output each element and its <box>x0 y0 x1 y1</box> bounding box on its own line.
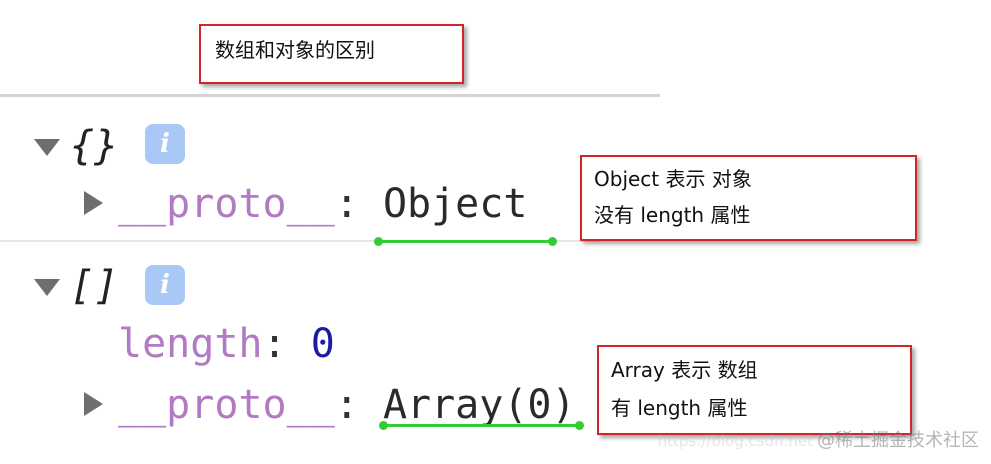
length-value: 0 <box>310 321 335 367</box>
collapse-triangle-icon[interactable] <box>34 139 60 156</box>
object-proto-row[interactable]: __proto__: Object <box>118 180 527 228</box>
info-icon[interactable]: i <box>145 124 185 164</box>
annotation-object-line-1: Object 表示 对象 <box>594 167 752 191</box>
expand-triangle-icon[interactable] <box>84 392 103 416</box>
array-proto-row[interactable]: __proto__: Array(0) <box>118 381 576 429</box>
info-icon[interactable]: i <box>145 265 185 305</box>
length-key: length <box>118 321 263 367</box>
separator-top <box>0 94 660 97</box>
annotation-object-box: Object 表示 对象 没有 length 属性 <box>580 155 917 241</box>
annotation-title-box: 数组和对象的区别 <box>199 24 464 84</box>
proto-key: __proto__ <box>118 382 335 428</box>
colon: : <box>262 321 287 367</box>
annotation-title: 数组和对象的区别 <box>215 38 375 62</box>
colon: : <box>334 181 359 227</box>
proto-key: __proto__ <box>118 181 335 227</box>
watermark-faint-text: https://blog.csdn.net <box>657 432 813 450</box>
proto-value-object: Object <box>382 181 528 227</box>
expand-triangle-icon[interactable] <box>84 191 103 215</box>
array-length-row: length: 0 <box>118 320 335 368</box>
highlight-underline-array <box>379 421 584 430</box>
colon: : <box>334 382 359 428</box>
proto-value-array: Array(0) <box>382 382 576 428</box>
collapse-triangle-icon[interactable] <box>34 279 60 296</box>
annotation-array-line-1: Array 表示 数组 <box>611 358 758 382</box>
annotation-object-line-2: 没有 length 属性 <box>594 203 751 227</box>
annotation-array-line-2: 有 length 属性 <box>611 396 748 420</box>
annotation-array-box: Array 表示 数组 有 length 属性 <box>597 345 912 435</box>
highlight-underline-object <box>374 237 557 246</box>
object-summary[interactable]: {} <box>70 122 118 170</box>
watermark-text: @稀土掘金技术社区 <box>817 430 979 451</box>
array-summary[interactable]: [] <box>70 262 118 310</box>
watermark: https://blog.csdn.net @稀土掘金技术社区 <box>658 426 979 452</box>
